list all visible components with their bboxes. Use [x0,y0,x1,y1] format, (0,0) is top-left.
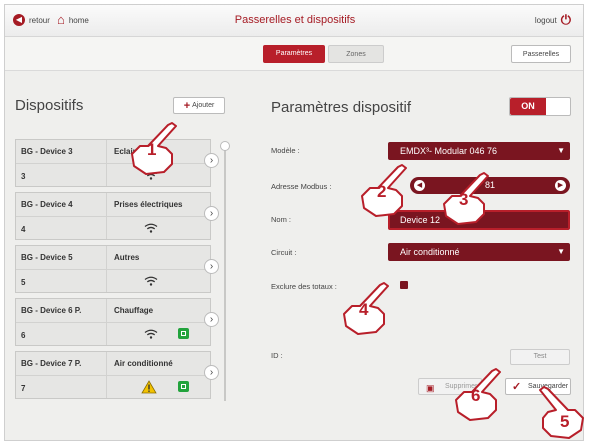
device-address: 6 [21,331,26,340]
passerelles-button[interactable]: Passerelles [511,45,571,63]
wifi-icon [144,223,158,233]
card-divider [106,193,107,239]
add-device-label: Ajouter [192,102,215,109]
callout-number: 6 [471,386,481,405]
card-divider [106,352,107,398]
wifi-icon [144,329,158,339]
device-address: 4 [21,225,26,234]
card-divider [16,375,210,376]
wifi-icon [144,276,158,286]
scrollbar-thumb[interactable] [220,141,230,151]
device-card[interactable]: BG - Device 5 Autres 5 › [15,245,219,293]
warning-icon [141,380,157,394]
chevron-right-icon[interactable]: › [204,153,219,168]
trash-icon: ▣ [426,383,435,393]
sub-nav-bar: Paramètres Zones Passerelles [5,37,583,71]
toggle-on-label: ON [510,98,546,115]
callout-pointer-6: 6 [452,366,506,422]
card-divider [106,140,107,186]
device-name: BG - Device 4 [21,200,73,209]
logout-label: logout [534,15,557,25]
device-on-toggle[interactable]: ON [509,97,571,116]
callout-pointer-3: 3 [440,170,494,226]
device-circuit: Air conditionné [114,359,173,368]
modele-select[interactable]: EMDX³- Modular 046 76 ▼ [388,142,570,160]
status-ok-icon [178,328,189,339]
device-address: 3 [21,172,26,181]
chevron-right-icon[interactable]: › [204,312,219,327]
card-divider [16,322,210,323]
exclure-checkbox[interactable] [400,281,408,289]
chevron-right-icon[interactable]: › [204,259,219,274]
callout-pointer-1: 1 [128,120,182,176]
device-name: BG - Device 3 [21,147,73,156]
device-list-scrollbar[interactable] [224,143,226,401]
device-card[interactable]: BG - Device 4 Prises électriques 4 › [15,192,219,240]
plus-icon: + [183,99,191,112]
nom-label: Nom : [271,215,292,224]
device-address: 5 [21,278,26,287]
card-divider [16,216,210,217]
chevron-right-icon[interactable]: › [204,365,219,380]
callout-number: 3 [459,190,469,209]
check-icon: ✓ [512,381,522,393]
callout-number: 5 [560,412,570,431]
device-name: BG - Device 6 P. [21,306,82,315]
callout-number: 2 [377,182,387,201]
circuit-label: Circuit : [271,248,297,257]
device-address: 7 [21,384,26,393]
device-settings-title: Paramètres dispositif [271,99,412,116]
modele-label: Modèle : [271,146,300,155]
devices-title: Dispositifs [15,97,84,114]
chevron-right-icon[interactable]: › [204,206,219,221]
increment-icon[interactable]: ▶ [555,180,566,191]
device-list: BG - Device 3 Eclairage 3 › BG - Device … [15,139,225,404]
decrement-icon[interactable]: ◀ [414,180,425,191]
chevron-down-icon: ▼ [557,146,565,155]
card-divider [106,246,107,292]
status-ok-icon [178,381,189,392]
device-circuit: Autres [114,253,140,262]
circuit-value: Air conditionné [400,247,460,257]
card-divider [16,269,210,270]
test-button[interactable]: Test [510,349,570,365]
page-title: Passerelles et dispositifs [234,14,356,26]
device-card[interactable]: BG - Device 6 P. Chauffage 6 › [15,298,219,346]
device-name: BG - Device 5 [21,253,73,262]
tab-zones[interactable]: Zones [328,45,384,63]
device-circuit: Prises électriques [114,200,183,209]
card-divider [106,299,107,345]
device-circuit: Chauffage [114,306,154,315]
device-name: BG - Device 7 P. [21,359,82,368]
power-icon: ⏻ [560,12,571,27]
id-label: ID : [271,351,283,360]
top-bar: ◀ retour ⌂ home Passerelles et dispositi… [5,5,583,37]
device-card[interactable]: BG - Device 7 P. Air conditionné 7 › [15,351,219,399]
modbus-label: Adresse Modbus : [271,182,332,191]
exclure-label: Exclure des totaux : [271,282,337,291]
circuit-select[interactable]: Air conditionné ▼ [388,243,570,261]
callout-number: 4 [359,300,369,319]
callout-number: 1 [147,140,157,159]
callout-pointer-5: 5 [538,384,588,440]
chevron-down-icon: ▼ [557,247,565,256]
logout-link[interactable]: logout ⏻ [534,12,571,27]
callout-pointer-2: 2 [358,162,412,218]
tab-parametres[interactable]: Paramètres [263,45,325,63]
modele-value: EMDX³- Modular 046 76 [400,146,498,156]
callout-pointer-4: 4 [340,280,394,336]
add-device-button[interactable]: + Ajouter [173,97,225,114]
